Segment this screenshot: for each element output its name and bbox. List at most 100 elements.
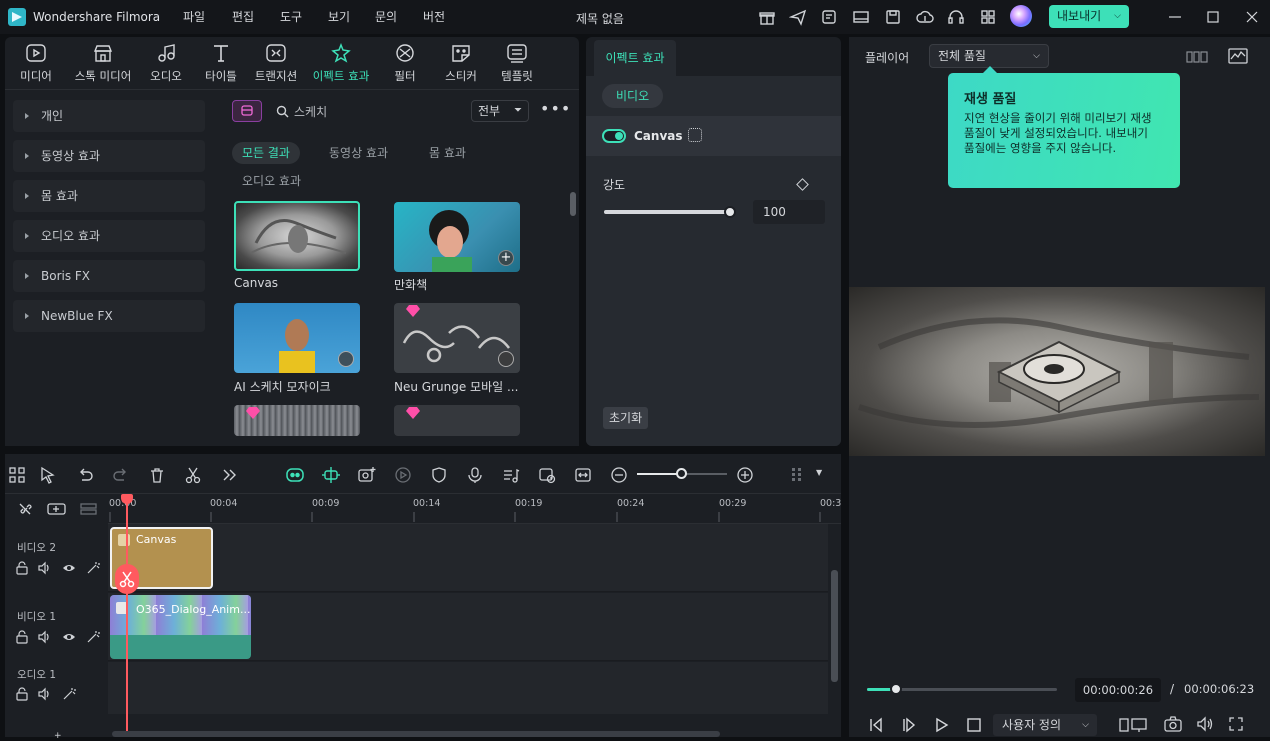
speaker-icon[interactable] <box>38 630 52 644</box>
ai-robot-icon[interactable] <box>285 466 305 484</box>
tab-video-effects[interactable]: 동영상 효과 <box>319 142 398 164</box>
eye-icon[interactable] <box>62 561 76 575</box>
grid-view-icon[interactable] <box>1186 50 1208 64</box>
sidebar-item-boris-fx[interactable]: Boris FX <box>13 260 205 292</box>
current-time-field[interactable]: 00:00:00:26 <box>1075 678 1161 702</box>
sidebar-item-newblue-fx[interactable]: NewBlue FX <box>13 300 205 332</box>
nav-stock-media[interactable]: 스톡 미디어 <box>68 43 138 84</box>
nav-filter[interactable]: 필터 <box>374 43 436 84</box>
next-frame-icon[interactable] <box>901 717 917 733</box>
chevron-down-icon[interactable]: ▼ <box>816 468 822 477</box>
intensity-slider-knob[interactable] <box>724 206 736 218</box>
more-tools-icon[interactable] <box>220 466 238 484</box>
volume-icon[interactable] <box>1196 716 1214 732</box>
effect-thumb-partial-1[interactable] <box>234 405 360 436</box>
more-options-icon[interactable]: ••• <box>540 101 571 117</box>
microphone-icon[interactable] <box>466 466 484 484</box>
effect-thumb-canvas[interactable] <box>234 201 360 271</box>
sidebar-item-body-effects[interactable]: 몸 효과 <box>13 180 205 212</box>
intensity-slider[interactable] <box>604 206 736 218</box>
magic-wand-icon[interactable] <box>62 687 76 701</box>
feedback-icon[interactable] <box>820 8 838 26</box>
tab-audio-effects[interactable]: 오디오 효과 <box>232 170 311 192</box>
headset-icon[interactable] <box>947 8 965 26</box>
add-track-icon[interactable] <box>47 502 67 516</box>
fullscreen-icon[interactable] <box>1228 716 1244 732</box>
nav-effects[interactable]: 이펙트 효과 <box>308 43 374 84</box>
magic-wand-icon[interactable] <box>86 561 100 575</box>
magnetic-snap-icon[interactable] <box>321 466 341 484</box>
speaker-icon[interactable] <box>38 687 52 701</box>
select-tool-icon[interactable] <box>39 466 57 484</box>
download-icon[interactable] <box>338 351 354 367</box>
sidebar-item-audio-effects[interactable]: 오디오 효과 <box>13 220 205 252</box>
scope-icon[interactable] <box>1228 48 1248 64</box>
apps-grid-icon[interactable] <box>979 8 997 26</box>
effect-thumb-neu-grunge[interactable] <box>394 303 520 373</box>
speaker-icon[interactable] <box>38 561 52 575</box>
tab-effects-inspector[interactable]: 이펙트 효과 <box>594 40 676 76</box>
playback-progress[interactable] <box>867 683 1057 695</box>
filter-dropdown[interactable]: 전부 ⏷ <box>471 100 529 122</box>
reset-button[interactable]: 초기화 <box>603 407 649 429</box>
resolution-dropdown[interactable]: 사용자 정의 ⌵ <box>993 714 1097 736</box>
magic-wand-icon[interactable] <box>86 630 100 644</box>
undo-icon[interactable] <box>76 466 94 484</box>
timeline-h-scrollbar[interactable] <box>112 731 720 737</box>
audio-list-icon[interactable] <box>502 466 520 484</box>
favorites-toggle-icon[interactable] <box>232 100 262 122</box>
layout-icon[interactable] <box>852 8 870 26</box>
playback-progress-knob[interactable] <box>889 683 902 695</box>
effect-thumb-comic[interactable]: + <box>394 202 520 272</box>
effect-mask-icon[interactable] <box>688 128 702 142</box>
display-mode-icon[interactable] <box>1118 716 1150 734</box>
mask-shield-icon[interactable] <box>430 466 448 484</box>
quality-dropdown[interactable]: 전체 품질 ⌵ <box>929 44 1049 68</box>
close-icon[interactable] <box>1243 8 1261 26</box>
zoom-in-icon[interactable] <box>736 466 754 484</box>
delete-icon[interactable] <box>148 466 166 484</box>
minimize-icon[interactable] <box>1166 8 1184 26</box>
cloud-upload-icon[interactable] <box>916 8 934 26</box>
layout-grid-icon[interactable] <box>8 466 26 484</box>
effect-thumb-partial-2[interactable] <box>394 405 520 436</box>
eye-icon[interactable] <box>62 630 76 644</box>
effect-thumb-ai-sketch-mosaic[interactable] <box>234 303 360 373</box>
download-icon[interactable] <box>498 351 514 367</box>
tab-body-effects[interactable]: 몸 효과 <box>419 142 476 164</box>
lock-icon[interactable] <box>15 687 29 701</box>
split-scissors-icon[interactable] <box>184 466 202 484</box>
nav-sticker[interactable]: 스티커 <box>430 43 492 84</box>
nav-media[interactable]: 미디어 <box>5 43 67 84</box>
stop-icon[interactable] <box>966 717 982 733</box>
browser-scrollbar[interactable] <box>570 192 576 216</box>
render-preview-icon[interactable] <box>394 466 412 484</box>
menu-file[interactable]: 파일 <box>183 8 205 25</box>
redo-icon[interactable] <box>112 466 130 484</box>
snapshot-icon[interactable] <box>1164 716 1182 732</box>
sidebar-item-personal[interactable]: 개인 <box>13 100 205 132</box>
gift-icon[interactable] <box>758 8 776 26</box>
prev-frame-icon[interactable] <box>868 717 884 733</box>
search-input[interactable] <box>294 101 454 121</box>
sidebar-item-video-effects[interactable]: 동영상 효과 <box>13 140 205 172</box>
play-icon[interactable] <box>934 717 950 733</box>
track-manager-icon[interactable] <box>79 502 99 516</box>
zoom-slider-knob[interactable] <box>676 468 687 479</box>
timeline-v-scrollbar[interactable] <box>831 570 838 682</box>
panel-resize-handle[interactable]: + <box>54 731 62 741</box>
menu-view[interactable]: 보기 <box>328 8 350 25</box>
add-media-icon[interactable] <box>357 466 377 484</box>
tab-all-results[interactable]: 모든 결과 <box>232 142 300 164</box>
nav-audio[interactable]: 오디오 <box>135 43 197 84</box>
timeline-settings-icon[interactable] <box>789 466 807 484</box>
menu-tools[interactable]: 도구 <box>280 8 302 25</box>
nav-title[interactable]: 타이틀 <box>190 43 252 84</box>
add-effect-icon[interactable]: + <box>498 250 514 266</box>
send-icon[interactable] <box>789 8 807 26</box>
playhead-line[interactable] <box>126 500 128 737</box>
speed-clip-icon[interactable] <box>538 466 556 484</box>
playhead-split-icon[interactable] <box>115 564 139 594</box>
fit-width-icon[interactable] <box>574 466 592 484</box>
intensity-value-field[interactable]: 100 <box>753 200 825 224</box>
